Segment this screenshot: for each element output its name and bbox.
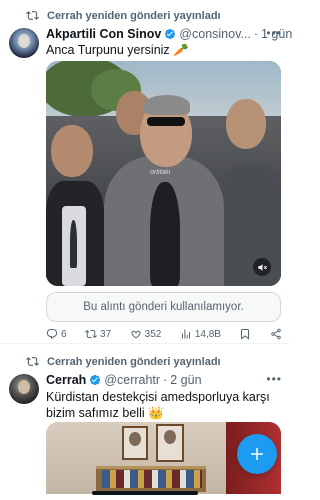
tweet[interactable]: Cerrah yeniden gönderi yayınladı Cerrah …	[0, 0, 290, 500]
timestamp[interactable]: 2 gün	[170, 373, 201, 387]
tweet-text: Kürdistan destekçisi amedsporluya karşı …	[46, 390, 270, 420]
plus-icon	[251, 448, 263, 460]
handle[interactable]: @cerrahtr	[104, 373, 160, 387]
compose-button[interactable]	[237, 434, 277, 474]
home-indicator[interactable]	[92, 491, 198, 495]
repost-label: Cerrah yeniden gönderi yayınladı	[47, 355, 221, 368]
verified-badge-icon	[90, 374, 101, 386]
tweet-header: Cerrah @cerrahtr · 2 gün	[46, 373, 202, 387]
more-icon[interactable]: •••	[266, 372, 282, 386]
avatar[interactable]	[9, 374, 39, 404]
display-name[interactable]: Cerrah	[46, 373, 86, 387]
repost-icon	[26, 357, 39, 366]
repost-indicator: Cerrah yeniden gönderi yayınladı	[26, 355, 221, 368]
